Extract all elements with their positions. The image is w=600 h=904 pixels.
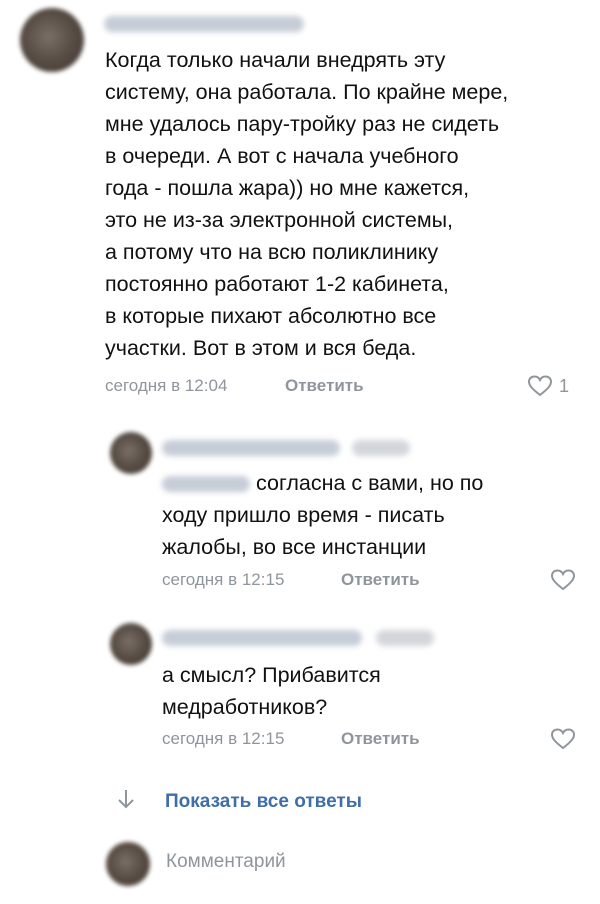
arrow-down-icon xyxy=(117,788,135,815)
like-button[interactable] xyxy=(550,727,576,751)
heart-icon xyxy=(527,374,553,398)
reply-to-blurred xyxy=(376,630,434,646)
comment-timestamp: сегодня в 12:04 xyxy=(105,376,228,395)
comment-timestamp: сегодня в 12:15 xyxy=(162,570,285,589)
show-all-replies-label: Показать все ответы xyxy=(165,790,362,812)
comment-text: Когда только начали внедрять эту систему… xyxy=(105,48,509,360)
author-name-blurred[interactable] xyxy=(162,440,340,456)
comment-timestamp: сегодня в 12:15 xyxy=(162,729,285,748)
author-name-blurred[interactable] xyxy=(162,630,362,646)
comment-text: а смысл? Прибавится медработников? xyxy=(162,663,381,719)
heart-icon xyxy=(550,727,576,751)
reply-button[interactable]: Ответить xyxy=(285,376,364,396)
comment-input[interactable]: Комментарий xyxy=(104,838,584,886)
heart-icon xyxy=(550,568,576,592)
like-button[interactable] xyxy=(550,568,576,592)
avatar[interactable] xyxy=(20,8,84,72)
like-button[interactable]: 1 xyxy=(527,374,569,398)
reply-to-blurred xyxy=(352,440,410,456)
comment-text: согласна с вами, но по ходу пришло время… xyxy=(162,471,484,559)
avatar[interactable] xyxy=(110,432,152,474)
avatar xyxy=(106,842,150,886)
avatar[interactable] xyxy=(110,623,152,665)
reply-button[interactable]: Ответить xyxy=(341,570,420,590)
reply-button[interactable]: Ответить xyxy=(341,729,420,749)
like-count: 1 xyxy=(559,375,570,396)
author-name-blurred[interactable] xyxy=(104,16,304,32)
show-all-replies-button[interactable]: Показать все ответы xyxy=(117,788,362,815)
comment-input-placeholder: Комментарий xyxy=(166,851,286,872)
